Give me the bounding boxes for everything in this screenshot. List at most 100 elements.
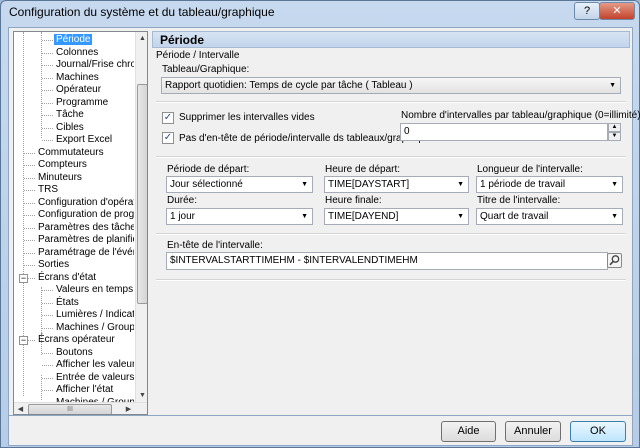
spin-up-icon[interactable]: ▲ bbox=[608, 123, 621, 132]
dialog-window: Configuration du système et du tableau/g… bbox=[0, 0, 640, 448]
tree-vertical-scrollbar[interactable]: ▲ ▼ bbox=[135, 32, 147, 402]
no-header-checkbox[interactable]: ✓ bbox=[162, 132, 174, 144]
start-period-select[interactable]: Jour sélectionné ▼ bbox=[166, 176, 313, 193]
tree-line bbox=[42, 77, 53, 79]
tree-item-label: Paramétrage de l'événeme bbox=[38, 246, 134, 258]
chevron-down-icon: ▼ bbox=[611, 213, 618, 220]
tree-item[interactable]: Boutons bbox=[54, 347, 95, 360]
tree-item[interactable]: Valeurs en temps réel bbox=[54, 284, 134, 297]
interval-count-stepper[interactable]: ▲ ▼ bbox=[608, 123, 621, 141]
close-button[interactable]: ✕ bbox=[599, 2, 635, 20]
interval-title-select[interactable]: Quart de travail ▼ bbox=[476, 208, 623, 225]
chevron-down-icon: ▼ bbox=[609, 82, 616, 89]
table-label: Tableau/Graphique: bbox=[162, 64, 250, 75]
start-period-value: Jour sélectionné bbox=[170, 179, 243, 190]
help-title-button[interactable]: ? bbox=[574, 2, 600, 20]
tree-item[interactable]: Colonnes bbox=[54, 47, 100, 60]
tree-item[interactable]: Paramètres de planificatio bbox=[36, 234, 134, 247]
scroll-right-icon[interactable]: ▶ bbox=[122, 403, 135, 414]
tree-line bbox=[42, 302, 53, 304]
tree-item[interactable]: Configuration de programm bbox=[36, 209, 134, 222]
start-time-select[interactable]: TIME[DAYSTART] ▼ bbox=[324, 176, 469, 193]
tree-line bbox=[42, 352, 53, 354]
tree-item[interactable]: Machines / Groupes bbox=[54, 322, 134, 335]
tree-item-label: Opérateur bbox=[56, 84, 102, 95]
end-time-value: TIME[DAYEND] bbox=[328, 211, 399, 222]
window-title: Configuration du système et du tableau/g… bbox=[9, 5, 275, 19]
tree-line bbox=[42, 127, 53, 129]
suppress-empty-checkbox[interactable]: ✓ bbox=[162, 112, 174, 124]
tree-item[interactable]: Période bbox=[54, 34, 93, 47]
vertical-scroll-thumb[interactable] bbox=[137, 84, 147, 304]
tree-item[interactable]: Configuration d'opérateur bbox=[36, 197, 134, 210]
interval-length-value: 1 période de travail bbox=[480, 179, 566, 190]
tree-item[interactable]: Lumières / Indicateur bbox=[54, 309, 134, 322]
tree-item[interactable]: Paramètres des tâches bbox=[36, 222, 134, 235]
interval-length-select[interactable]: 1 période de travail ▼ bbox=[476, 176, 623, 193]
tree-item[interactable]: TRS bbox=[36, 184, 60, 197]
tree-item[interactable]: Entrée de valeurs bbox=[54, 372, 134, 385]
spin-down-icon[interactable]: ▼ bbox=[608, 132, 621, 141]
help-button[interactable]: Aide bbox=[441, 421, 496, 442]
period-panel: Période / Intervalle Tableau/Graphique: … bbox=[152, 50, 640, 415]
interval-length-label: Longueur de l'intervalle: bbox=[477, 164, 583, 175]
tree-horizontal-scrollbar[interactable]: ◀ III ▶ bbox=[14, 402, 147, 414]
tree-item-label: Configuration d'opérateur bbox=[38, 196, 134, 208]
page-title: Période bbox=[152, 31, 630, 48]
tree-item[interactable]: Commutateurs bbox=[36, 147, 106, 160]
tree-line bbox=[42, 327, 53, 329]
tree-line bbox=[42, 140, 53, 141]
search-icon[interactable] bbox=[607, 253, 622, 268]
tree-content: PériodeColonnesJournal/Frise chronolMach… bbox=[14, 32, 134, 402]
duration-select[interactable]: 1 jour ▼ bbox=[166, 208, 313, 225]
horizontal-scroll-thumb[interactable]: III bbox=[28, 404, 112, 414]
scroll-left-icon[interactable]: ◀ bbox=[14, 403, 27, 414]
tree-item[interactable]: Afficher les valeurs bbox=[54, 359, 134, 372]
client-area: PériodeColonnesJournal/Frise chronolMach… bbox=[8, 27, 640, 416]
tree-item-label: Minuteurs bbox=[38, 171, 82, 183]
tree-line bbox=[24, 177, 35, 179]
tree-item[interactable]: Écrans opérateur bbox=[36, 334, 117, 347]
tree-item[interactable]: Opérateur bbox=[54, 84, 103, 97]
scroll-down-icon[interactable]: ▼ bbox=[136, 389, 147, 402]
chevron-down-icon: ▼ bbox=[457, 213, 464, 220]
ok-button[interactable]: OK bbox=[570, 421, 626, 442]
interval-header-input[interactable]: $INTERVALSTARTTIMEHM - $INTERVALENDTIMEH… bbox=[166, 252, 608, 270]
end-time-select[interactable]: TIME[DAYEND] ▼ bbox=[324, 208, 469, 225]
tree-line bbox=[42, 377, 53, 379]
tree-item[interactable]: Compteurs bbox=[36, 159, 89, 172]
tree-item[interactable]: États bbox=[54, 297, 81, 310]
collapse-icon[interactable]: − bbox=[19, 273, 28, 283]
tree-item[interactable]: Tâche bbox=[54, 109, 86, 122]
divider bbox=[156, 233, 626, 235]
tree-item-label: Configuration de programm bbox=[38, 209, 134, 220]
tree-line bbox=[41, 375, 42, 400]
tree-item-label: Machines / Groupes bbox=[56, 321, 134, 333]
no-header-label: Pas d'en-tête de période/intervalle ds t… bbox=[179, 133, 432, 144]
suppress-empty-label: Supprimer les intervalles vides bbox=[179, 112, 315, 123]
tree-line bbox=[24, 215, 35, 216]
tree-item[interactable]: Minuteurs bbox=[36, 172, 84, 185]
tree-item[interactable]: Programme bbox=[54, 97, 110, 110]
tree-item[interactable]: Journal/Frise chronol bbox=[54, 59, 134, 72]
collapse-icon[interactable]: − bbox=[19, 336, 28, 345]
scroll-up-icon[interactable]: ▲ bbox=[136, 32, 147, 45]
tree-item[interactable]: Paramétrage de l'événeme bbox=[36, 247, 134, 260]
tree-item-label: Machines bbox=[56, 71, 99, 83]
tree-item-label: Écrans d'état bbox=[38, 271, 97, 283]
tree-item-label: Période bbox=[54, 34, 93, 45]
table-select[interactable]: Rapport quotidien: Temps de cycle par tâ… bbox=[161, 77, 621, 94]
tree-item[interactable]: Machines bbox=[54, 72, 101, 85]
settings-tree[interactable]: PériodeColonnesJournal/Frise chronolMach… bbox=[13, 31, 148, 415]
tree-item-label: Compteurs bbox=[38, 159, 87, 170]
tree-item[interactable]: Export Excel bbox=[54, 134, 114, 147]
tree-item[interactable]: Afficher l'état bbox=[54, 384, 115, 397]
tree-item-label: Colonnes bbox=[56, 46, 99, 58]
cancel-button[interactable]: Annuler bbox=[505, 421, 561, 442]
tree-item-label: Cibles bbox=[56, 121, 84, 133]
tree-item[interactable]: Cibles bbox=[54, 122, 86, 135]
tree-item[interactable]: Écrans d'état bbox=[36, 272, 98, 285]
chevron-down-icon: ▼ bbox=[611, 181, 618, 188]
tree-item[interactable]: Sorties bbox=[36, 259, 71, 272]
interval-count-input[interactable]: 0 bbox=[400, 123, 608, 141]
